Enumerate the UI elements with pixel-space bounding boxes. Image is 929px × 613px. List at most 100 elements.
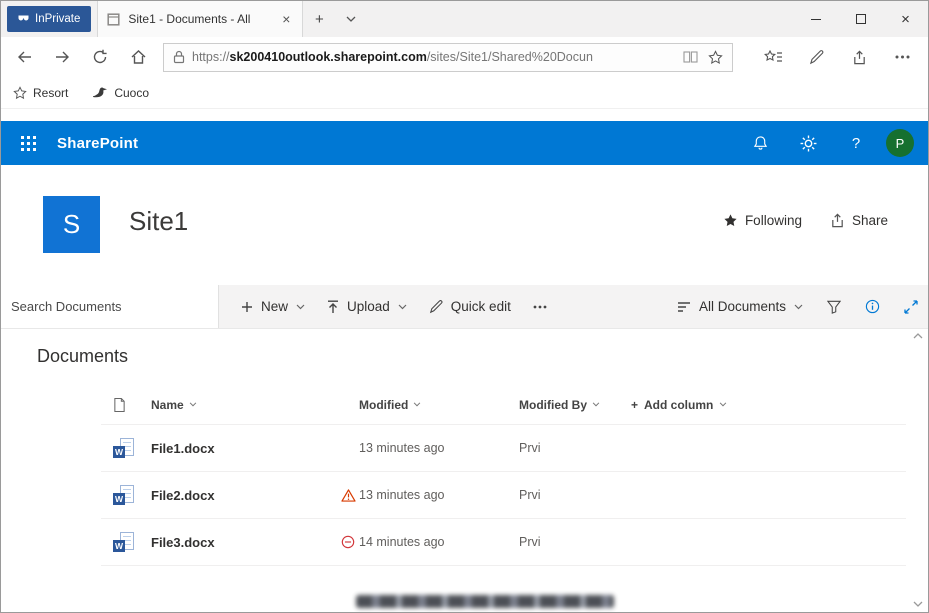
suite-bar-actions: ? P [736, 121, 928, 165]
inprivate-icon [18, 15, 29, 23]
address-bar[interactable]: https://sk200410outlook.sharepoint.com/s… [163, 43, 733, 72]
share-label: Share [852, 213, 888, 228]
modified-value: 13 minutes ago [359, 441, 444, 455]
following-label: Following [745, 213, 802, 228]
modified-value: 14 minutes ago [359, 535, 444, 549]
account-avatar[interactable]: P [886, 129, 914, 157]
hub-favorites-icon[interactable] [752, 50, 795, 64]
back-button[interactable] [5, 49, 43, 65]
window-controls: × [793, 1, 928, 37]
inprivate-badge: InPrivate [7, 6, 91, 32]
address-bar-actions [683, 50, 723, 65]
quick-edit-button[interactable]: Quick edit [429, 299, 511, 314]
forward-button[interactable] [43, 49, 81, 65]
tab-favicon [107, 13, 120, 26]
tab-bar: InPrivate Site1 - Documents - All × + × [1, 1, 928, 37]
app-launcher-waffle-icon[interactable] [5, 121, 51, 165]
table-header-row: Name Modified Modified By + Add column [101, 385, 906, 425]
maximize-button[interactable] [838, 1, 883, 37]
tab-title: Site1 - Documents - All [128, 12, 271, 26]
tab-preview-chevron-icon[interactable] [335, 1, 367, 37]
favorite-item-cuoco[interactable]: Cuoco [92, 86, 149, 100]
web-note-pen-icon[interactable] [795, 50, 838, 65]
search-input[interactable] [11, 299, 201, 314]
document-library-content: Documents Name Modified Modified By [1, 329, 928, 612]
refresh-button[interactable] [81, 49, 119, 65]
modified-by-column-label: Modified By [519, 398, 587, 412]
sharepoint-suite-bar: SharePoint ? P [1, 121, 928, 165]
site-logo[interactable]: S [43, 196, 100, 253]
site-title[interactable]: Site1 [129, 206, 188, 237]
star-filled-icon [723, 213, 738, 228]
upload-label: Upload [347, 299, 390, 314]
word-file-icon: W [113, 438, 134, 458]
sharepoint-brand[interactable]: SharePoint [57, 135, 138, 152]
following-button[interactable]: Following [723, 213, 802, 228]
command-bar-right: All Documents [653, 299, 928, 314]
more-options-icon[interactable] [881, 55, 924, 59]
browser-window: InPrivate Site1 - Documents - All × + × [0, 0, 929, 613]
inprivate-label: InPrivate [35, 13, 80, 25]
modified-by-value: Prvi [519, 535, 541, 549]
share-icon[interactable] [838, 50, 881, 65]
navigation-bar: https://sk200410outlook.sharepoint.com/s… [1, 37, 928, 77]
help-button[interactable]: ? [832, 121, 880, 165]
fullscreen-expand-icon[interactable] [904, 300, 918, 314]
new-label: New [261, 299, 288, 314]
favorite-label: Cuoco [114, 86, 149, 100]
url-text: https://sk200410outlook.sharepoint.com/s… [192, 50, 593, 64]
browser-tab[interactable]: Site1 - Documents - All × [97, 1, 303, 37]
scroll-up-arrow[interactable] [913, 333, 923, 339]
name-column-label: Name [151, 398, 184, 412]
modified-by-column-header[interactable]: Modified By [519, 398, 631, 412]
file-name[interactable]: File1.docx [151, 441, 215, 456]
modified-by-value: Prvi [519, 488, 541, 502]
view-selector-button[interactable]: All Documents [677, 299, 803, 314]
search-box [1, 285, 219, 328]
modified-value: 13 minutes ago [359, 488, 444, 502]
bird-icon [92, 87, 108, 99]
word-file-icon: W [113, 485, 134, 505]
add-column-label: Add column [644, 398, 713, 412]
share-site-button[interactable]: Share [830, 213, 888, 228]
upload-button[interactable]: Upload [327, 299, 407, 314]
new-tab-button[interactable]: + [303, 1, 335, 37]
command-bar: New Upload Quick edit All Documents [1, 285, 928, 329]
view-selector-label: All Documents [699, 299, 786, 314]
new-button[interactable]: New [241, 299, 305, 314]
reading-view-icon[interactable] [683, 51, 698, 63]
file-name[interactable]: File2.docx [151, 488, 215, 503]
file-type-column-header[interactable] [101, 397, 151, 413]
modified-by-value: Prvi [519, 441, 541, 455]
file-name[interactable]: File3.docx [151, 535, 215, 550]
command-more-icon[interactable] [533, 305, 547, 309]
table-row[interactable]: W File2.docx 13 minutes ago Prvi [101, 472, 906, 519]
table-row[interactable]: W File1.docx 13 minutes ago Prvi [101, 425, 906, 472]
close-button[interactable]: × [883, 1, 928, 37]
spacer [1, 109, 928, 121]
status-cell [341, 489, 359, 502]
documents-table: Name Modified Modified By + Add column [101, 385, 906, 566]
table-row[interactable]: W File3.docx 14 minutes ago Prvi [101, 519, 906, 566]
warning-icon [341, 489, 356, 502]
modified-column-header[interactable]: Modified [359, 398, 519, 412]
name-column-header[interactable]: Name [151, 398, 341, 412]
info-icon[interactable] [865, 299, 880, 314]
notifications-bell-icon[interactable] [736, 121, 784, 165]
scroll-down-arrow[interactable] [913, 601, 923, 607]
site-header: S Site1 Following Share [1, 165, 928, 285]
star-icon [13, 86, 27, 100]
status-cell [341, 535, 359, 549]
word-file-icon: W [113, 532, 134, 552]
favorite-item-resort[interactable]: Resort [13, 86, 68, 100]
minimize-button[interactable] [793, 1, 838, 37]
blurred-text-strip [356, 595, 614, 608]
tab-close-icon[interactable]: × [279, 10, 293, 28]
add-favorite-star-icon[interactable] [708, 50, 723, 65]
filter-funnel-icon[interactable] [827, 300, 841, 314]
settings-gear-icon[interactable] [784, 121, 832, 165]
add-column-header[interactable]: + Add column [631, 398, 906, 412]
home-button[interactable] [119, 49, 157, 65]
lock-icon [173, 50, 185, 64]
library-heading: Documents [37, 346, 128, 367]
